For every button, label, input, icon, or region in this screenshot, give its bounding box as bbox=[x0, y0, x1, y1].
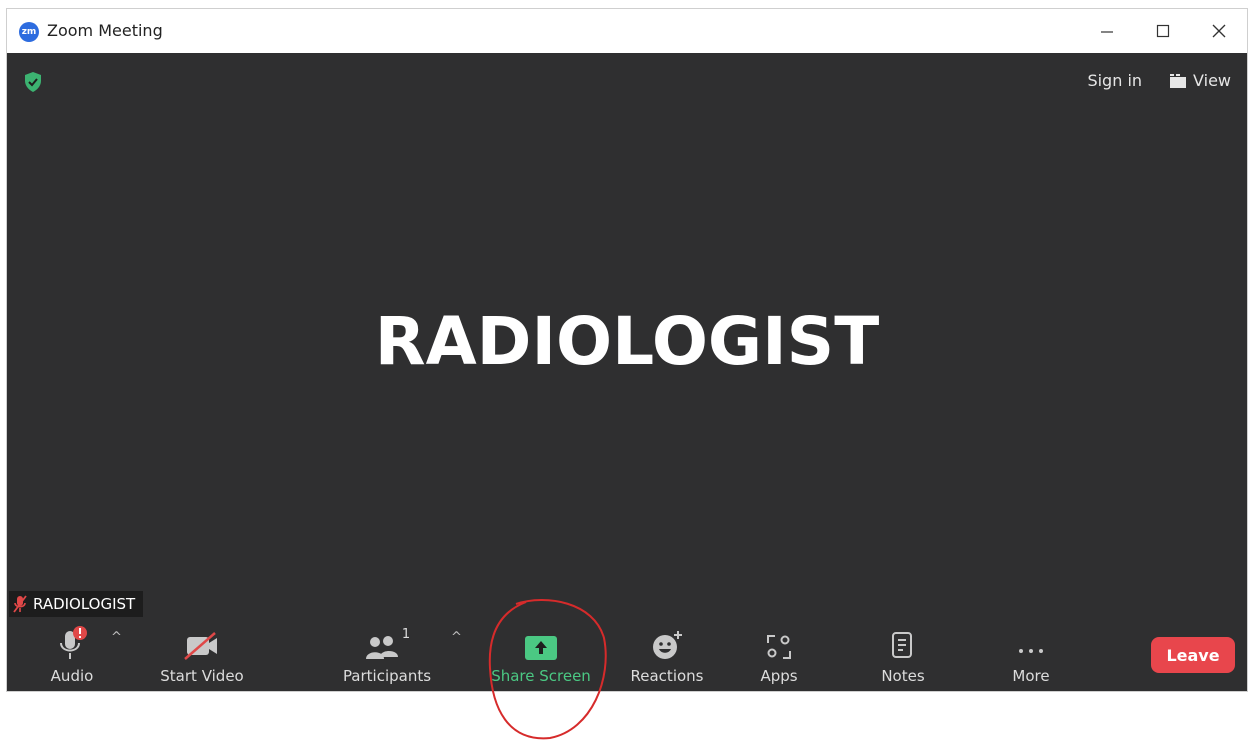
more-dots-icon bbox=[1019, 649, 1043, 653]
notes-label: Notes bbox=[881, 667, 925, 685]
participant-name-tag: RADIOLOGIST bbox=[9, 591, 144, 617]
maximize-button[interactable] bbox=[1135, 9, 1191, 53]
audio-options-caret-icon[interactable]: ^ bbox=[111, 630, 122, 645]
participants-button[interactable]: 1 Participants bbox=[337, 623, 437, 685]
minimize-icon bbox=[1101, 31, 1113, 33]
microphone-alert-icon bbox=[60, 626, 87, 659]
name-tag-label: RADIOLOGIST bbox=[33, 595, 136, 613]
participants-label: Participants bbox=[342, 667, 432, 685]
notes-icon bbox=[892, 632, 912, 658]
reactions-label: Reactions bbox=[630, 667, 704, 685]
active-speaker-name: RADIOLOGIST bbox=[374, 303, 880, 380]
share-screen-icon bbox=[525, 636, 557, 660]
video-off-icon bbox=[184, 632, 217, 660]
start-video-label: Start Video bbox=[160, 667, 244, 685]
apps-label: Apps bbox=[760, 667, 798, 685]
share-screen-button[interactable]: Share Screen bbox=[489, 623, 593, 685]
reactions-smiley-icon bbox=[653, 631, 682, 659]
muted-mic-icon bbox=[13, 595, 27, 613]
maximize-icon bbox=[1156, 24, 1170, 38]
apps-icon bbox=[767, 635, 791, 659]
view-button[interactable]: View bbox=[1170, 71, 1231, 90]
participants-options-caret-icon[interactable]: ^ bbox=[451, 630, 462, 645]
more-button[interactable]: More bbox=[1003, 623, 1059, 685]
start-video-button[interactable]: Start Video bbox=[157, 623, 247, 685]
minimize-button[interactable] bbox=[1079, 9, 1135, 53]
leave-button[interactable]: Leave bbox=[1151, 637, 1235, 673]
audio-label: Audio bbox=[50, 667, 94, 685]
notes-button[interactable]: Notes bbox=[873, 623, 933, 685]
meeting-area: Sign in View RADIOLOGIST RADIOLOGIST Aud… bbox=[7, 53, 1247, 691]
more-label: More bbox=[1012, 667, 1050, 685]
title-bar: zm Zoom Meeting bbox=[7, 9, 1247, 53]
zoom-window: zm Zoom Meeting Sign in View RADIOLOGIST… bbox=[6, 8, 1248, 692]
meeting-toolbar: Audio ^ Start Video 1 Participants ^ Sha… bbox=[7, 621, 1247, 691]
close-button[interactable] bbox=[1191, 9, 1247, 53]
audio-button[interactable]: Audio bbox=[43, 623, 101, 685]
zoom-logo-icon: zm bbox=[19, 22, 39, 42]
shield-check-icon[interactable] bbox=[23, 71, 43, 93]
view-label: View bbox=[1193, 71, 1231, 90]
share-screen-label: Share Screen bbox=[491, 667, 591, 685]
sign-in-link[interactable]: Sign in bbox=[1087, 71, 1142, 90]
apps-button[interactable]: Apps bbox=[751, 623, 807, 685]
reactions-button[interactable]: Reactions bbox=[624, 623, 710, 685]
participants-icon bbox=[365, 636, 398, 659]
window-title: Zoom Meeting bbox=[47, 21, 163, 40]
participants-count: 1 bbox=[401, 627, 411, 642]
grid-view-icon bbox=[1170, 73, 1187, 88]
close-icon bbox=[1212, 24, 1226, 38]
